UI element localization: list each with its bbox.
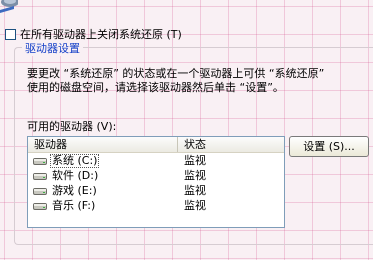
drive-status[interactable]: 监视 <box>178 184 206 198</box>
drive-row[interactable]: 软件 (D:) 监视 <box>28 169 284 183</box>
drive-cell[interactable]: 游戏 (E:) <box>28 184 178 198</box>
available-drives-label: 可用的驱动器 (V): <box>27 120 117 133</box>
hard-drive-icon <box>33 157 47 165</box>
drive-status[interactable]: 监视 <box>178 169 206 183</box>
drive-name[interactable]: 游戏 (E:) <box>50 184 99 198</box>
system-restore-icon <box>0 0 18 13</box>
drive-name[interactable]: 音乐 (F:) <box>50 199 97 213</box>
drive-cell[interactable]: 系统 (C:) <box>28 154 178 168</box>
hard-drive-icon <box>33 187 47 195</box>
group-description: 要更改 “系统还原” 的状态或在一个驱动器上可供 “系统还原” 使用的磁盘空间，… <box>27 67 367 95</box>
group-title: 驱动器设置 <box>22 40 83 56</box>
drive-rows: 系统 (C:) 监视 软件 (D:) 监视 游戏 (E:) 监视 音乐 (F:) 监视 <box>28 154 284 213</box>
hard-drive-icon <box>33 202 47 210</box>
checkbox-box[interactable] <box>5 28 16 40</box>
drives-list[interactable]: 驱动器 状态 系统 (C:) 监视 软件 (D:) 监视 游戏 (E:) 监视 音乐 (F:… <box>27 136 285 228</box>
hard-drive-icon <box>33 172 47 180</box>
list-header: 驱动器 状态 <box>28 137 284 153</box>
description-line-2: 使用的磁盘空间，请选择该驱动器然后单击 “设置”。 <box>27 81 284 94</box>
drive-row[interactable]: 游戏 (E:) 监视 <box>28 184 284 198</box>
drive-row[interactable]: 音乐 (F:) 监视 <box>28 199 284 213</box>
drive-status[interactable]: 监视 <box>178 199 206 213</box>
drive-row[interactable]: 系统 (C:) 监视 <box>28 154 284 168</box>
settings-button[interactable]: 设置 (S)... <box>289 136 369 157</box>
drive-cell[interactable]: 音乐 (F:) <box>28 199 178 213</box>
drive-name[interactable]: 系统 (C:) <box>50 154 100 168</box>
drive-cell[interactable]: 软件 (D:) <box>28 169 178 183</box>
drive-status[interactable]: 监视 <box>178 154 206 168</box>
drive-name[interactable]: 软件 (D:) <box>50 169 100 183</box>
description-line-1: 要更改 “系统还原” 的状态或在一个驱动器上可供 “系统还原” <box>27 67 325 80</box>
column-header-drive[interactable]: 驱动器 <box>28 137 178 152</box>
column-header-status[interactable]: 状态 <box>178 137 284 152</box>
